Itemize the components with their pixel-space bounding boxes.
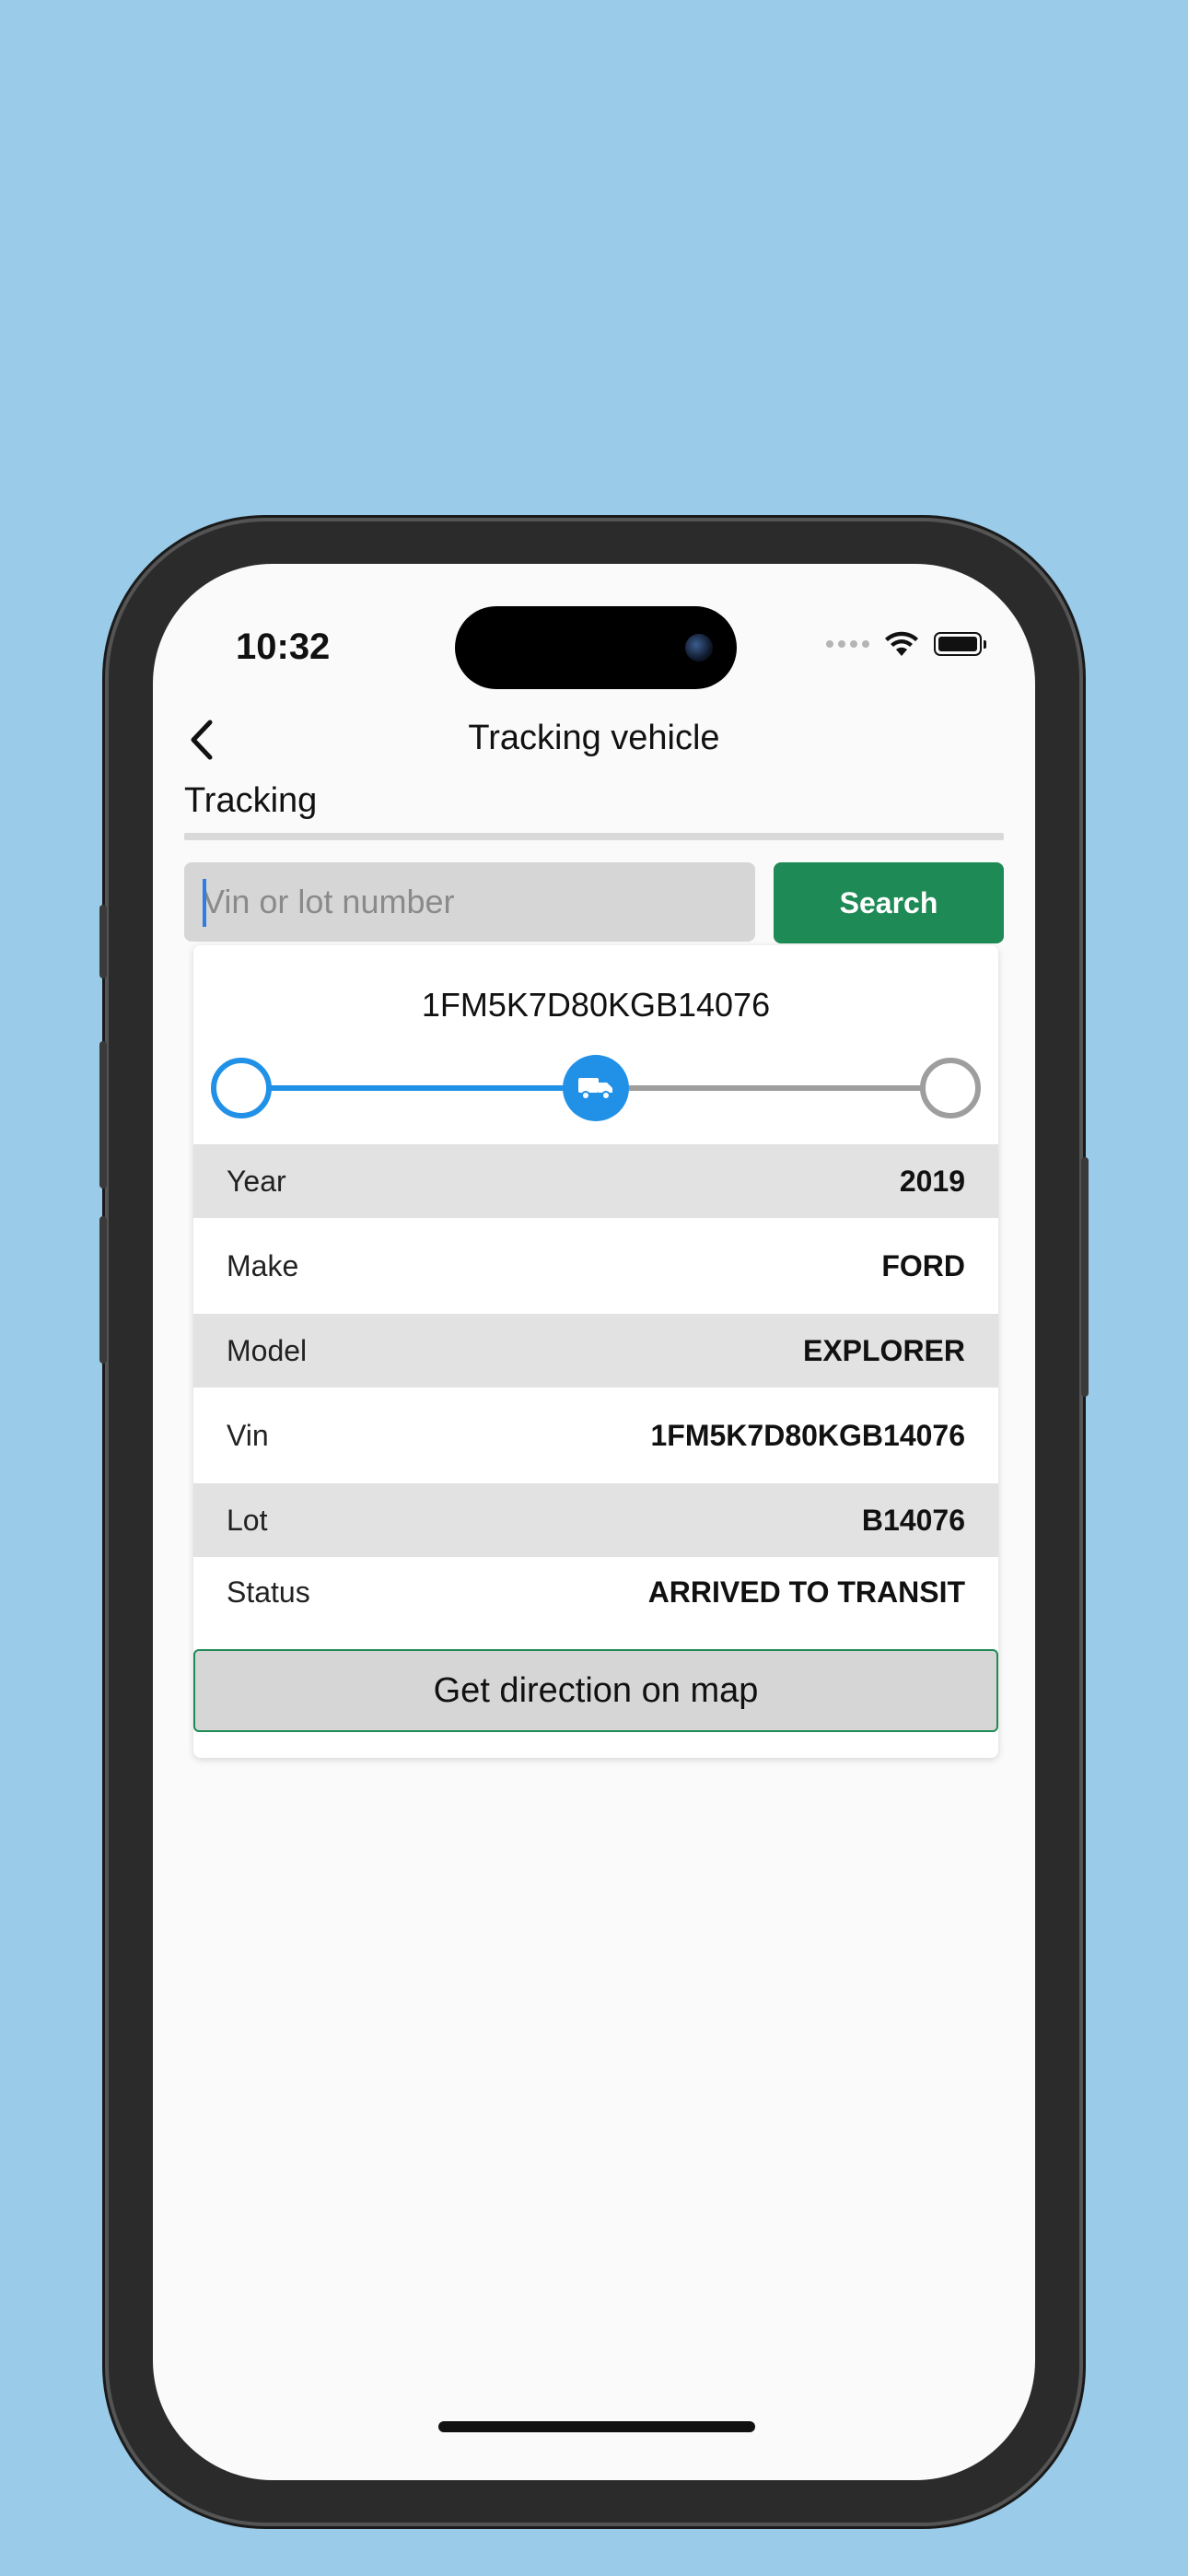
dynamic-island (455, 606, 737, 689)
wifi-icon (885, 631, 918, 656)
detail-row-lot: Lot B14076 (193, 1483, 998, 1557)
camera-icon (685, 634, 713, 662)
detail-value: 2019 (899, 1164, 965, 1198)
progress-tracker (211, 1055, 981, 1121)
detail-label: Status (227, 1575, 310, 1609)
nav-header: Tracking vehicle (153, 702, 1035, 776)
cellular-signal-icon (826, 640, 869, 648)
detail-row-model: Model EXPLORER (193, 1314, 998, 1388)
section-divider (184, 833, 1004, 840)
detail-value: B14076 (861, 1503, 965, 1537)
volume-down-button (99, 1216, 107, 1364)
get-direction-button[interactable]: Get direction on map (193, 1649, 998, 1732)
detail-value: ARRIVED TO TRANSIT (647, 1575, 965, 1609)
detail-label: Model (227, 1333, 308, 1367)
mute-switch (99, 905, 107, 978)
search-input[interactable] (184, 862, 755, 942)
battery-icon (934, 632, 986, 656)
detail-row-vin: Vin 1FM5K7D80KGB14076 (193, 1399, 998, 1472)
text-caret (203, 879, 206, 927)
card-vin-title: 1FM5K7D80KGB14076 (421, 986, 771, 1024)
status-time: 10:32 (236, 626, 331, 667)
detail-value: EXPLORER (802, 1333, 965, 1367)
detail-label: Make (227, 1248, 299, 1282)
volume-up-button (99, 1041, 107, 1188)
detail-row-make: Make FORD (193, 1229, 998, 1303)
detail-label: Year (227, 1164, 286, 1198)
detail-value: 1FM5K7D80KGB14076 (650, 1418, 966, 1452)
search-button[interactable]: Search (774, 862, 1004, 943)
status-icons (826, 630, 986, 658)
detail-label: Vin (227, 1418, 269, 1452)
detail-row-year: Year 2019 (193, 1144, 998, 1218)
section-title: Tracking (184, 781, 318, 820)
page-title: Tracking vehicle (468, 719, 720, 757)
detail-value: FORD (881, 1248, 965, 1282)
phone-frame: 10:32 Tracking vehicle Tracking Vin or l… (99, 521, 1089, 2523)
detail-row-status: Status ARRIVED TO TRANSIT (193, 1555, 998, 1629)
home-indicator[interactable] (438, 2421, 755, 2432)
power-button (1081, 1157, 1089, 1397)
app-screen: 10:32 Tracking vehicle Tracking Vin or l… (153, 564, 1035, 2480)
progress-step-start (211, 1058, 272, 1118)
progress-step-end (920, 1058, 981, 1118)
vehicle-card: 1FM5K7D80KGB14076 Year 2019 Make FORD Mo… (193, 945, 998, 1758)
detail-label: Lot (227, 1503, 268, 1537)
